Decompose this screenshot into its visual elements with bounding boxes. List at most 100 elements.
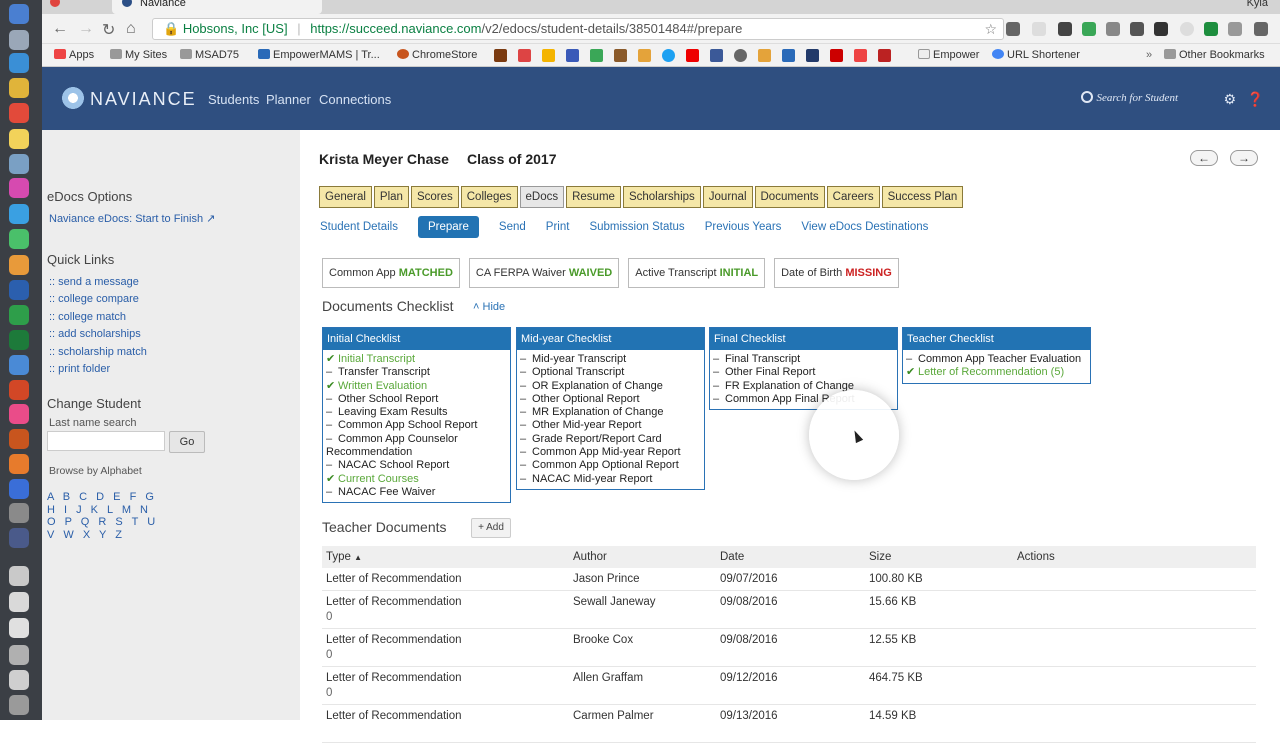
quick-link-scholarship-match[interactable]: :: scholarship match [49, 346, 147, 358]
calendar-icon[interactable] [9, 103, 29, 123]
bookmark-icon[interactable] [806, 49, 819, 62]
downloads-icon[interactable] [9, 618, 29, 638]
edocs-start-to-finish-link[interactable]: Naviance eDocs: Start to Finish ↗ [49, 212, 215, 225]
tab-journal[interactable]: Journal [702, 186, 753, 208]
extension-icon[interactable] [1228, 22, 1242, 36]
facetime-icon[interactable] [9, 229, 29, 249]
alphabet-links[interactable]: A B C D E F G H I J K L M N O P Q R S T … [47, 491, 167, 541]
column-date[interactable]: Date [720, 546, 744, 568]
app-store-icon[interactable] [9, 479, 29, 499]
quicktime-icon[interactable] [9, 528, 29, 548]
folder-icon[interactable] [9, 566, 29, 586]
table-row[interactable]: Letter of Recommendation Brooke Cox 09/08/… [322, 629, 1256, 667]
back-arrow-icon[interactable]: ← [52, 20, 68, 38]
add-teacher-document-button[interactable]: + Add [471, 518, 511, 538]
drive-icon[interactable] [542, 49, 555, 62]
extension-icon[interactable] [1154, 22, 1168, 36]
help-icon[interactable]: ❓ [1247, 91, 1264, 108]
go-button[interactable]: Go [169, 431, 205, 453]
preview-icon[interactable] [9, 154, 29, 174]
cell-type[interactable]: Letter of Recommendation [326, 634, 462, 646]
gmail-icon[interactable] [518, 49, 531, 62]
nav-students[interactable]: Students [208, 92, 259, 107]
bookmark-icon[interactable] [590, 49, 603, 62]
column-author[interactable]: Author [573, 546, 607, 568]
bookmark-star-icon[interactable]: ☆ [984, 19, 997, 39]
extension-icon[interactable] [1058, 22, 1072, 36]
cell-type[interactable]: Letter of Recommendation [326, 672, 462, 684]
bookmark-icon[interactable] [614, 49, 627, 62]
extension-icon[interactable] [1130, 22, 1144, 36]
home-icon[interactable]: ⌂ [126, 20, 136, 38]
netflix-icon[interactable] [830, 49, 843, 62]
image-icon[interactable] [9, 670, 29, 690]
cell-type[interactable]: Letter of Recommendation [326, 573, 462, 585]
screenshot-icon[interactable] [9, 645, 29, 665]
quick-link-college-match[interactable]: :: college match [49, 311, 126, 323]
subnav-send[interactable]: Send [499, 221, 526, 233]
search-for-student[interactable]: Search for Student [1080, 91, 1178, 104]
bookmark-icon[interactable] [638, 49, 651, 62]
itunes-icon[interactable] [9, 404, 29, 424]
extension-icon[interactable] [1204, 22, 1218, 36]
chrome-icon[interactable] [9, 78, 29, 98]
word-icon[interactable] [9, 280, 29, 300]
subnav-student-details[interactable]: Student Details [320, 221, 398, 233]
quick-link-college-compare[interactable]: :: college compare [49, 293, 139, 305]
extension-icon[interactable] [1006, 22, 1020, 36]
chrome-menu-icon[interactable] [1254, 22, 1268, 36]
ibooks-icon[interactable] [9, 454, 29, 474]
naviance-logo-icon[interactable] [56, 81, 90, 115]
tab-scholarships[interactable]: Scholarships [622, 186, 701, 208]
excel-icon[interactable] [9, 330, 29, 350]
launchpad-icon[interactable] [9, 30, 29, 50]
last-name-search-input[interactable] [47, 431, 165, 451]
gear-icon[interactable]: ⚙ [1223, 91, 1236, 108]
bookmark-url-shortener[interactable]: URL Shortener [992, 49, 1080, 61]
nav-connections[interactable]: Connections [319, 92, 391, 107]
pages-icon[interactable] [9, 255, 29, 275]
trash-icon[interactable] [9, 695, 29, 715]
safari-icon[interactable] [9, 53, 29, 73]
bookmark-icon[interactable] [878, 49, 891, 62]
keynote-icon[interactable] [9, 355, 29, 375]
extension-icon[interactable] [1180, 22, 1194, 36]
browser-tab[interactable]: Naviance [112, 0, 322, 14]
subnav-prepare[interactable]: Prepare [418, 216, 479, 238]
next-student-arrow-icon[interactable]: → [1230, 150, 1258, 166]
bookmark-empower[interactable]: Empower [918, 49, 979, 61]
bookmark-icon[interactable] [566, 49, 579, 62]
address-bar[interactable]: 🔒 Hobsons, Inc [US] | https://succeed.na… [152, 18, 1004, 40]
quick-link-print-folder[interactable]: :: print folder [49, 363, 110, 375]
bookmark-msad75[interactable]: MSAD75 [180, 49, 239, 61]
tab-plan[interactable]: Plan [373, 186, 409, 208]
tab-documents[interactable]: Documents [754, 186, 825, 208]
table-row[interactable]: Letter of Recommendation Carmen Palmer 09/… [322, 705, 1256, 743]
apple-icon[interactable] [734, 49, 747, 62]
close-window-icon[interactable] [50, 0, 60, 7]
forward-arrow-icon[interactable]: → [78, 20, 94, 38]
table-row[interactable]: Letter of Recommendation Jason Prince 09/0… [322, 568, 1256, 591]
facebook-icon[interactable] [710, 49, 723, 62]
subnav-submission-status[interactable]: Submission Status [589, 221, 684, 233]
profile-name[interactable]: Kyla [1247, 0, 1268, 9]
bookmark-my-sites[interactable]: My Sites [110, 49, 167, 61]
subnav-print[interactable]: Print [546, 221, 570, 233]
paypal-icon[interactable] [782, 49, 795, 62]
subnav-previous-years[interactable]: Previous Years [705, 221, 782, 233]
cell-type[interactable]: Letter of Recommendation [326, 596, 462, 608]
quick-link-send-message[interactable]: :: send a message [49, 276, 139, 288]
tab-scores[interactable]: Scores [410, 186, 459, 208]
subnav-view-edocs-destinations[interactable]: View eDocs Destinations [801, 221, 928, 233]
bookmark-icon[interactable] [758, 49, 771, 62]
tab-colleges[interactable]: Colleges [460, 186, 518, 208]
numbers-icon[interactable] [9, 305, 29, 325]
extension-icon[interactable] [1082, 22, 1096, 36]
quick-link-add-scholarships[interactable]: :: add scholarships [49, 328, 141, 340]
reload-icon[interactable]: ↻ [102, 20, 115, 40]
photos-icon[interactable] [9, 178, 29, 198]
tab-careers[interactable]: Careers [826, 186, 880, 208]
messages-icon[interactable] [9, 204, 29, 224]
column-type[interactable]: Type ▲ [326, 546, 362, 569]
extension-icon[interactable] [1032, 22, 1046, 36]
